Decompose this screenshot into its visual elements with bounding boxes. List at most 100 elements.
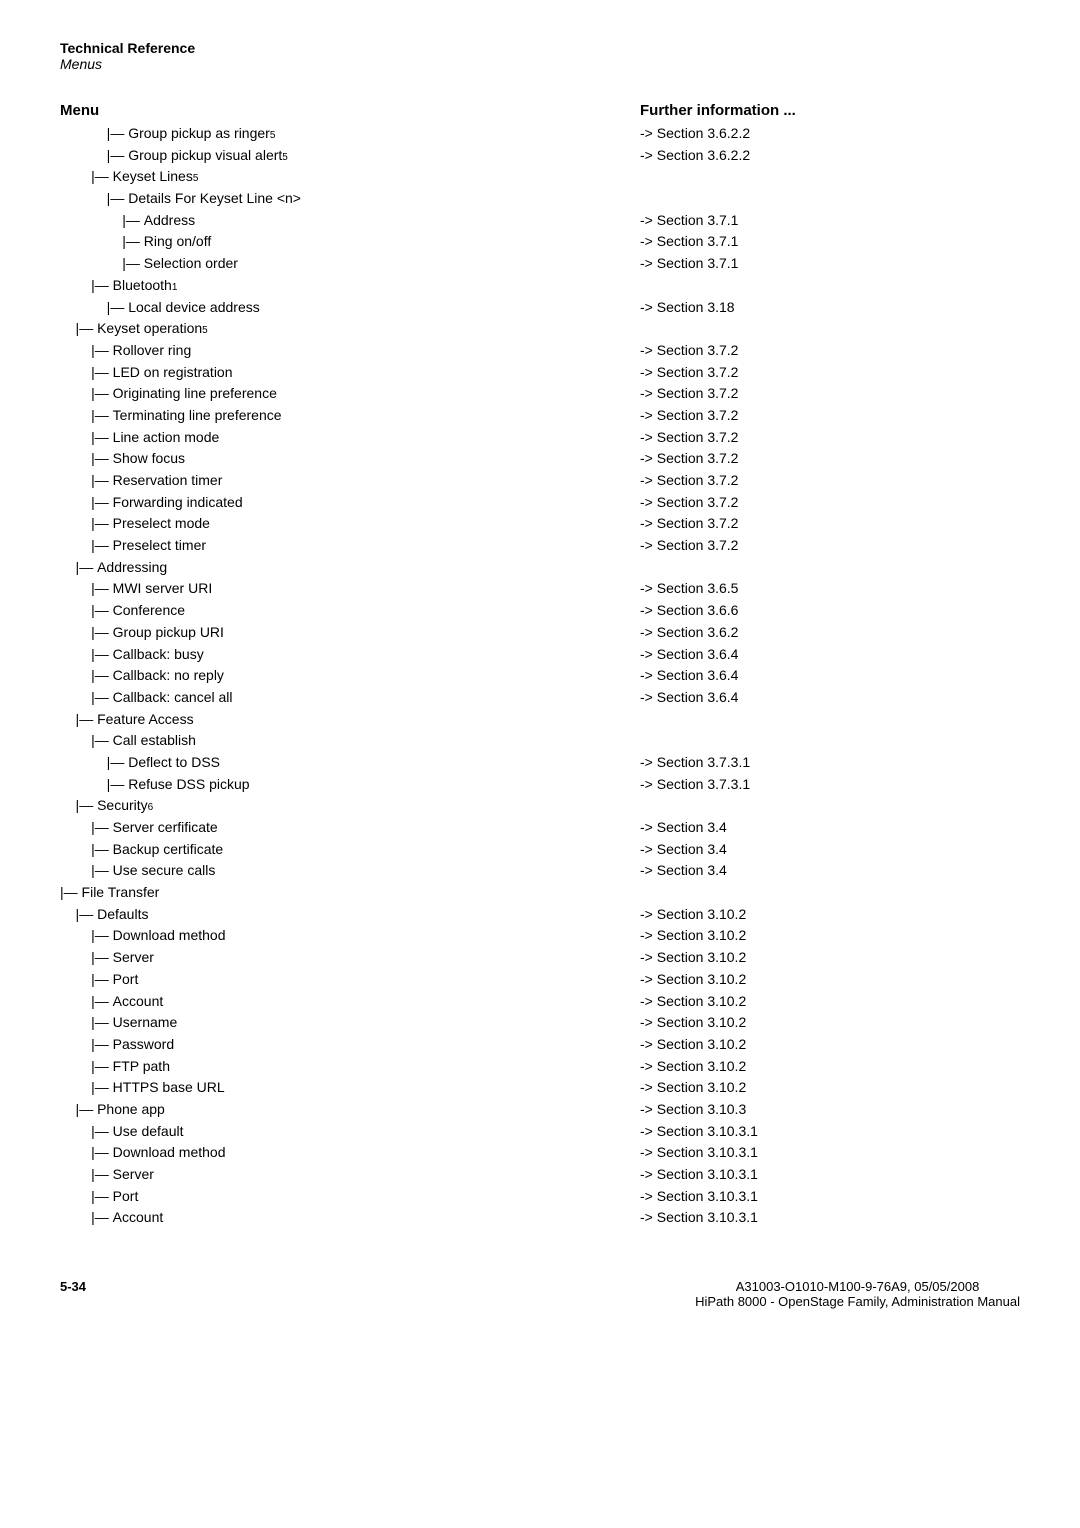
menu-item-indent: |— [60,1207,113,1229]
menu-item: |— Addressing [60,557,640,579]
menu-item: |— Details For Keyset Line <n> [60,188,640,210]
menu-item: |— Forwarding indicated [60,492,640,514]
menu-item-indent: |— [60,383,113,405]
further-item: -> Section 3.10.3.1 [640,1186,1020,1208]
menu-item: |— Feature Access [60,709,640,731]
further-item: -> Section 3.6.5 [640,578,1020,600]
menu-item-text: Keyset operation [97,318,202,340]
menu-item-indent: |— [60,1056,113,1078]
menu-item: |— Preselect timer [60,535,640,557]
further-item: -> Section 3.7.2 [640,427,1020,449]
menu-item-text: Group pickup visual alert [128,145,282,167]
menu-item-indent: |— [60,860,113,882]
further-item: -> Section 3.6.6 [640,600,1020,622]
header-subtitle: Menus [60,56,1020,72]
menu-item-text: Ring on/off [144,231,211,253]
further-item: -> Section 3.6.2 [640,622,1020,644]
menu-item-text: Account [113,991,164,1013]
menu-item: |— Backup certificate [60,839,640,861]
menu-item: |— Download method [60,1142,640,1164]
menu-item: |— Reservation timer [60,470,640,492]
menu-item-indent: |— [60,275,113,297]
menu-item-text: Group pickup as ringer [128,123,270,145]
menu-item: |— Address [60,210,640,232]
menu-item-text: Password [113,1034,174,1056]
menu-item-text: Username [113,1012,178,1034]
further-item: -> Section 3.7.2 [640,405,1020,427]
menu-item-text: Callback: no reply [113,665,224,687]
menu-item-text: Reservation timer [113,470,223,492]
menu-item: |— Conference [60,600,640,622]
menu-item-text: Feature Access [97,709,194,731]
menu-item: |— Port [60,1186,640,1208]
menu-item-text: Details For Keyset Line <n> [128,188,301,210]
menu-item-indent: |— [60,535,113,557]
menu-item-text: Address [144,210,195,232]
menu-item-text: Call establish [113,730,196,752]
menu-item-text: LED on registration [113,362,233,384]
menu-item: |— Username [60,1012,640,1034]
menu-item-indent: |— [60,795,97,817]
further-item: -> Section 3.10.2 [640,904,1020,926]
menu-item-superscript: 5 [282,150,288,166]
menu-item-superscript: 5 [202,323,208,339]
menu-item: |— Originating line preference [60,383,640,405]
menu-item-indent: |— [60,904,97,926]
further-item: -> Section 3.10.3 [640,1099,1020,1121]
menu-item-text: Deflect to DSS [128,752,220,774]
menu-item: |— Server cerfificate [60,817,640,839]
menu-item: |— Port [60,969,640,991]
menu-item-indent: |— [60,665,113,687]
further-item: -> Section 3.7.2 [640,513,1020,535]
menu-item-text: Preselect mode [113,513,210,535]
menu-column: Menu |— Group pickup as ringer5 |— Group… [60,102,640,1229]
further-item: -> Section 3.7.2 [640,448,1020,470]
menu-item-text: Group pickup URI [113,622,224,644]
menu-item: |— Account [60,991,640,1013]
menu-item: |— Callback: no reply [60,665,640,687]
menu-item-superscript: 5 [270,128,276,144]
menu-item-text: FTP path [113,1056,170,1078]
further-item: -> Section 3.10.2 [640,1012,1020,1034]
menu-item-indent: |— [60,210,144,232]
menu-item-indent: |— [60,253,144,275]
menu-item-text: MWI server URI [113,578,213,600]
further-item: -> Section 3.7.2 [640,492,1020,514]
menu-item: |— LED on registration [60,362,640,384]
menu-item: |— Callback: cancel all [60,687,640,709]
menu-item-indent: |— [60,817,113,839]
menu-item-indent: |— [60,709,97,731]
menu-item-text: Server cerfificate [113,817,218,839]
menu-item: |— Download method [60,925,640,947]
further-item: -> Section 3.10.2 [640,969,1020,991]
further-rows: -> Section 3.6.2.2-> Section 3.6.2.2 -> … [640,123,1020,1229]
menu-item: |— Account [60,1207,640,1229]
menu-item: |— File Transfer [60,882,640,904]
menu-item-text: Conference [113,600,185,622]
menu-item-indent: |— [60,405,113,427]
menu-item-text: Account [113,1207,164,1229]
further-item: -> Section 3.6.4 [640,644,1020,666]
further-column: Further information ... -> Section 3.6.2… [640,102,1020,1229]
menu-item: |— Password [60,1034,640,1056]
further-item: -> Section 3.7.2 [640,470,1020,492]
menu-item-indent: |— [60,969,113,991]
further-item: -> Section 3.10.2 [640,1034,1020,1056]
menu-item-indent: |— [60,774,128,796]
menu-item: |— Local device address [60,297,640,319]
menu-item: |— Preselect mode [60,513,640,535]
menu-item-indent: |— [60,1077,113,1099]
menu-item-text: Local device address [128,297,260,319]
page-header: Technical Reference Menus [60,40,1020,72]
menu-item: |— Group pickup URI [60,622,640,644]
menu-item-indent: |— [60,882,82,904]
footer-page-number: 5-34 [60,1279,86,1309]
menu-item-indent: |— [60,492,113,514]
menu-item-indent: |— [60,947,113,969]
menu-item-text: Phone app [97,1099,165,1121]
further-item: -> Section 3.10.3.1 [640,1121,1020,1143]
further-item: -> Section 3.10.2 [640,1056,1020,1078]
menu-item-indent: |— [60,752,128,774]
menu-item: |— Terminating line preference [60,405,640,427]
menu-item: |— HTTPS base URL [60,1077,640,1099]
